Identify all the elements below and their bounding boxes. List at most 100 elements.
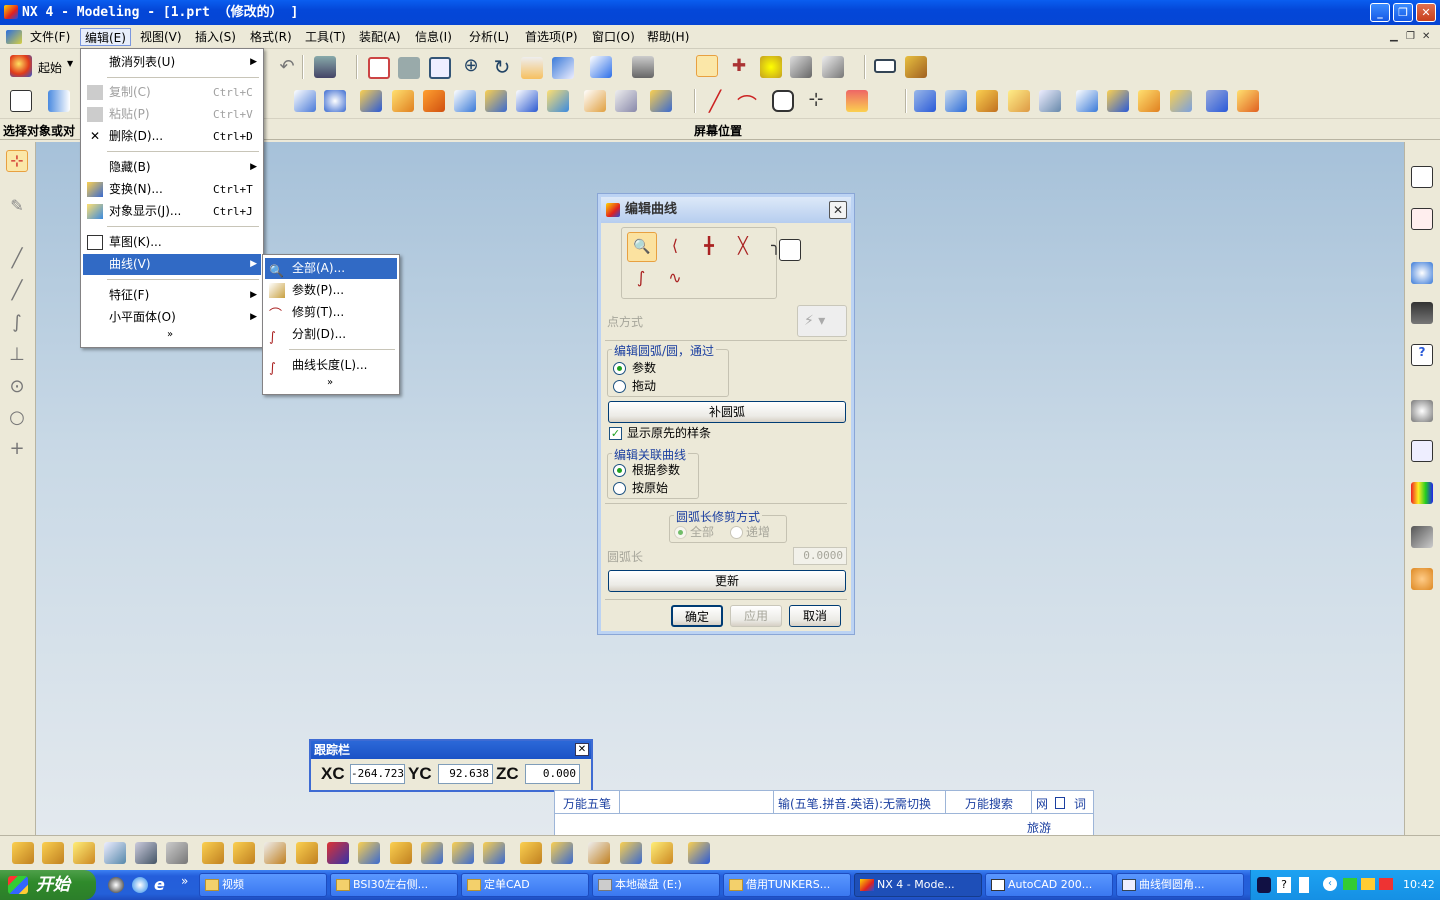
menu-item-transform[interactable]: 变换(N)... Ctrl+T — [83, 179, 261, 200]
menu-item-undo-list[interactable]: 撤消列表(U) ▶ — [83, 52, 261, 73]
menu-analysis[interactable]: 分析(L) — [465, 28, 513, 46]
edit-point-icon[interactable]: ╋ — [698, 236, 720, 258]
surface-icon-10[interactable] — [1206, 90, 1228, 112]
menu-window[interactable]: 窗口(O) — [588, 28, 639, 46]
assembly-icon-1[interactable] — [12, 842, 34, 864]
media-player-icon[interactable] — [108, 877, 124, 893]
snap-control-icon[interactable] — [790, 56, 812, 78]
tray-pen-icon[interactable] — [1299, 877, 1309, 893]
tracking-close-icon[interactable]: ✕ — [575, 743, 589, 756]
slot-icon[interactable] — [584, 90, 606, 112]
tray-security-icon[interactable] — [1361, 878, 1375, 890]
systems-icon[interactable] — [1411, 526, 1433, 548]
sphere-icon[interactable] — [324, 90, 346, 112]
dialog-close-icon[interactable]: ✕ — [829, 201, 847, 219]
ime-name[interactable]: 万能五笔 — [563, 795, 611, 812]
start-icon[interactable] — [10, 55, 32, 77]
component-icon-4[interactable] — [296, 842, 318, 864]
surface-icon-4[interactable] — [1008, 90, 1030, 112]
ime-net[interactable]: 网 — [1036, 795, 1048, 812]
pocket-icon[interactable] — [516, 90, 538, 112]
edit-all-icon[interactable]: 🔍 — [627, 232, 657, 262]
wave-icon[interactable] — [588, 842, 610, 864]
measure-angle-icon[interactable] — [905, 56, 927, 78]
menu-expand-icon[interactable]: » — [167, 329, 173, 340]
menu-view[interactable]: 视图(V) — [136, 28, 186, 46]
render-style-icon[interactable] — [632, 56, 654, 78]
draw-polyline-icon[interactable]: ╱ — [6, 280, 28, 302]
mate-icon[interactable] — [327, 842, 349, 864]
arc-icon[interactable]: ⌒ — [736, 89, 758, 117]
edit-spline-icon[interactable]: ∿ — [664, 268, 686, 290]
layer-icon[interactable] — [48, 90, 70, 112]
menu-item-curve-param[interactable]: 参数(P)... — [265, 280, 397, 301]
edit-divide-icon[interactable]: ∫ — [630, 268, 652, 290]
menu-assembly[interactable]: 装配(A) — [355, 28, 405, 46]
draw-line-icon[interactable]: ╱ — [6, 248, 28, 270]
xc-field[interactable]: -264.723 — [350, 764, 405, 784]
reposition-icon[interactable] — [358, 842, 380, 864]
part-navigator-icon[interactable] — [10, 90, 32, 112]
hole-icon[interactable] — [454, 90, 476, 112]
select-tool-icon[interactable]: ✎ — [6, 196, 28, 218]
tray-collapse-icon[interactable]: ‹ — [1323, 877, 1337, 891]
radio-by-param[interactable] — [613, 464, 626, 477]
menu-item-curve-trim[interactable]: ⌒ 修剪(T)... — [265, 302, 397, 323]
update-button[interactable]: 更新 — [608, 570, 846, 592]
surface-icon-5[interactable] — [1039, 90, 1061, 112]
tray-anchor-icon[interactable] — [1257, 877, 1271, 893]
assembly-icon-6[interactable] — [166, 842, 188, 864]
task-bsi30[interactable]: BSI30左右侧... — [330, 873, 458, 897]
line-icon[interactable]: ╱ — [704, 89, 726, 113]
snap-center-icon[interactable] — [822, 56, 844, 78]
menu-item-curve-all[interactable]: 🔍 全部(A)... — [265, 258, 397, 279]
edit-break-icon[interactable]: ╳ — [732, 236, 754, 258]
menu-item-delete[interactable]: ✕ 删除(D)... Ctrl+D — [83, 126, 261, 147]
task-autocad[interactable]: AutoCAD 200... — [985, 873, 1113, 897]
component-icon-3[interactable] — [264, 842, 286, 864]
ime-mode[interactable]: 输(五笔.拼音.英语):无需切换 — [778, 795, 931, 812]
orient-view-icon[interactable] — [552, 57, 574, 79]
surface-icon-1[interactable] — [914, 90, 936, 112]
surface-icon-6[interactable] — [1076, 90, 1098, 112]
ok-button[interactable]: 确定 — [671, 605, 723, 627]
menu-insert[interactable]: 插入(S) — [191, 28, 240, 46]
edit-region-icon[interactable] — [779, 239, 801, 261]
submenu-expand-icon[interactable]: » — [327, 377, 333, 388]
extrude-icon[interactable] — [360, 90, 382, 112]
surface-icon-7[interactable] — [1107, 90, 1129, 112]
zoom-icon[interactable] — [429, 57, 451, 79]
minimize-button[interactable]: _ — [1370, 3, 1390, 22]
tray-help-icon[interactable]: ? — [1277, 877, 1291, 893]
assembly-navigator-icon[interactable] — [1411, 166, 1433, 188]
part-navigator-icon[interactable] — [1411, 208, 1433, 230]
view-cube-icon[interactable] — [590, 56, 612, 78]
component-icon-1[interactable] — [202, 842, 224, 864]
menu-tools[interactable]: 工具(T) — [301, 28, 350, 46]
ime-travel[interactable]: 旅游 — [1027, 819, 1051, 836]
rectangle-icon[interactable] — [772, 90, 794, 112]
doc-minimize-icon[interactable]: ▁ — [1390, 31, 1398, 42]
surface-icon-8[interactable] — [1138, 90, 1160, 112]
task-local-disk[interactable]: 本地磁盘 (E:) — [592, 873, 720, 897]
menu-item-facet-body[interactable]: 小平面体(O) ▶ — [83, 307, 261, 328]
help-icon[interactable]: ? — [1411, 344, 1433, 366]
ime-doc-icon[interactable] — [1055, 797, 1065, 809]
menu-item-hide[interactable]: 隐藏(B) ▶ — [83, 157, 261, 178]
tray-antivirus-icon[interactable] — [1379, 878, 1393, 890]
app-menu-icon[interactable] — [6, 30, 22, 44]
radio-param[interactable] — [613, 362, 626, 375]
select-point-icon[interactable]: ⊹ — [6, 150, 28, 172]
start-button[interactable]: 起始 — [38, 59, 62, 76]
component-icon-2[interactable] — [233, 842, 255, 864]
select-filter-icon[interactable] — [314, 56, 336, 78]
menu-item-sketch[interactable]: 草图(K)... — [83, 232, 261, 253]
maximize-button[interactable]: ❐ — [1393, 3, 1413, 22]
radio-drag[interactable] — [613, 380, 626, 393]
history-icon[interactable] — [1411, 400, 1433, 422]
mirror-icon[interactable] — [421, 842, 443, 864]
task-nx4[interactable]: NX 4 - Mode... — [854, 873, 982, 897]
assembly-icon-2[interactable] — [42, 842, 64, 864]
doc-close-icon[interactable]: ✕ — [1422, 31, 1430, 42]
rotate-icon[interactable]: ↻ — [491, 55, 513, 79]
